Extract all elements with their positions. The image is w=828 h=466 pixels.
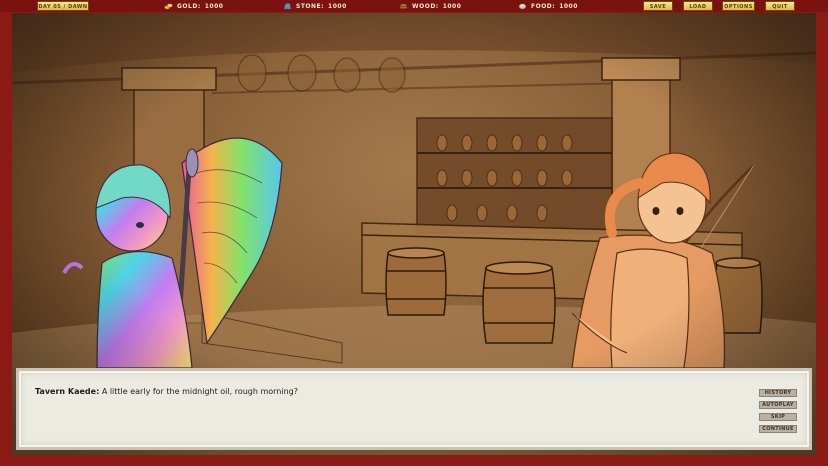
save-button[interactable]: SAVE bbox=[643, 1, 673, 11]
resource-gold: GOLD: 1000 bbox=[164, 1, 223, 11]
day-indicator: DAY 05 / DAWN bbox=[37, 1, 89, 11]
stone-icon bbox=[283, 2, 292, 10]
load-button[interactable]: LOAD bbox=[683, 1, 713, 11]
history-button[interactable]: HISTORY bbox=[759, 389, 797, 397]
gold-coins-icon bbox=[164, 3, 173, 10]
wood-value: 1000 bbox=[442, 2, 462, 10]
food-icon bbox=[518, 3, 527, 10]
wood-label: WOOD: bbox=[412, 2, 439, 10]
resource-wood: WOOD: 1000 bbox=[399, 1, 461, 11]
resource-food: FOOD: 1000 bbox=[518, 1, 578, 11]
dialog-line: Tavern Kaede: A little early for the mid… bbox=[35, 387, 298, 396]
dialog-text: A little early for the midnight oil, rou… bbox=[101, 387, 298, 396]
stone-value: 1000 bbox=[328, 2, 347, 10]
gold-value: 1000 bbox=[204, 2, 224, 10]
continue-button[interactable]: CONTINUE bbox=[759, 425, 797, 433]
speaker-name: Tavern Kaede: bbox=[35, 387, 100, 396]
quit-button[interactable]: QUIT bbox=[765, 1, 795, 11]
autoplay-button[interactable]: AUTOPLAY bbox=[759, 401, 797, 409]
food-label: FOOD: bbox=[531, 2, 556, 10]
dialog-box[interactable]: Tavern Kaede: A little early for the mid… bbox=[16, 368, 812, 450]
food-value: 1000 bbox=[559, 2, 578, 10]
skip-button[interactable]: SKIP bbox=[759, 413, 797, 421]
wood-logs-icon bbox=[399, 3, 408, 9]
resource-stone: STONE: 1000 bbox=[283, 1, 347, 11]
gold-label: GOLD: bbox=[177, 2, 201, 10]
options-button[interactable]: OPTIONS bbox=[722, 1, 755, 11]
stone-label: STONE: bbox=[296, 2, 325, 10]
